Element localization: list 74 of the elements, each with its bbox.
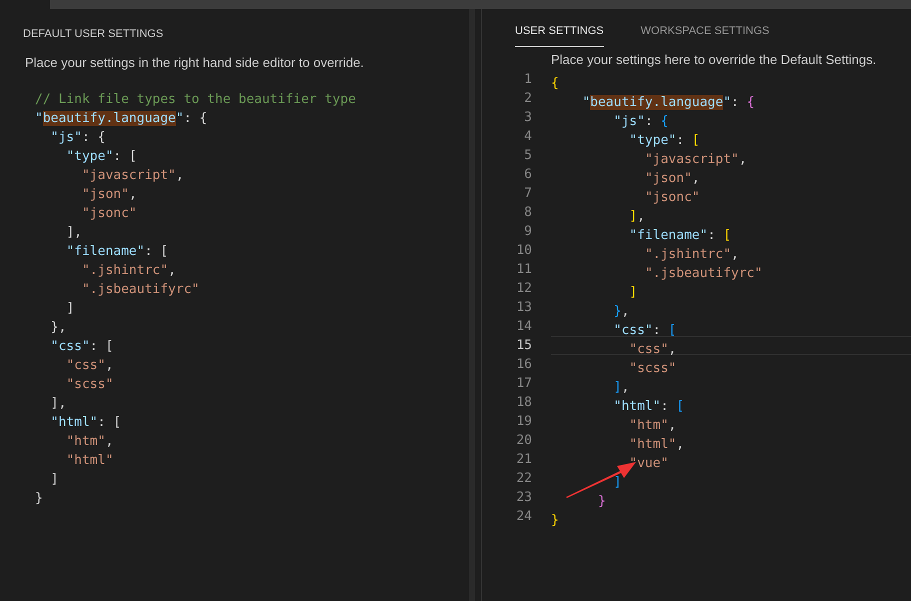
code-line: ".jsbeautifyrc" — [80, 281, 200, 299]
line-number: 11 — [515, 261, 532, 279]
line-number: 7 — [523, 185, 532, 203]
code-line: }, — [50, 319, 66, 337]
code-line: "scss" — [628, 360, 676, 377]
code-line: "filename": [ — [628, 227, 732, 244]
line-number: 17 — [515, 375, 532, 393]
code-line: } — [35, 490, 43, 508]
code-line: "jsonc" — [644, 189, 700, 206]
code-line: "html" — [65, 452, 114, 470]
line-number: 12 — [515, 280, 532, 298]
code-line: "css", — [65, 357, 114, 375]
code-line: }, — [612, 303, 630, 320]
line-number: 2 — [523, 90, 532, 108]
code-line: "json", — [80, 186, 137, 204]
code-line: "css": [ — [612, 322, 676, 339]
line-number: 20 — [515, 432, 532, 450]
code-line: "htm", — [65, 433, 114, 451]
code-line: ] — [612, 474, 622, 491]
code-line: "html": [ — [50, 414, 122, 432]
line-number: 1 — [523, 71, 532, 89]
code-line: { — [551, 75, 559, 92]
line-number: 14 — [515, 318, 532, 336]
code-line: "css": [ — [50, 338, 114, 356]
code-line: "javascript", — [644, 151, 747, 168]
code-line: "json", — [644, 170, 700, 187]
panel-description: Place your settings in the right hand side editor to override. — [25, 54, 364, 72]
code-line: ], — [50, 395, 66, 413]
line-number: 24 — [515, 508, 532, 526]
code-line: ".jshintrc", — [644, 246, 739, 263]
settings-tab[interactable]: WORKSPACE SETTINGS — [640, 14, 770, 46]
code-line: ] — [65, 300, 74, 318]
line-number: 22 — [515, 470, 532, 488]
line-number: 6 — [523, 166, 532, 184]
line-number: 21 — [515, 451, 532, 469]
code-line: "html": [ — [612, 398, 684, 415]
line-number: 19 — [515, 413, 532, 431]
code-line: "html", — [628, 436, 684, 453]
code-line: "filename": [ — [65, 243, 168, 261]
code-line: "js": { — [612, 113, 668, 130]
code-line: "css", — [628, 341, 676, 358]
code-line: ] — [628, 284, 638, 301]
panel-title: DEFAULT USER SETTINGS — [23, 27, 164, 42]
code-line: ".jshintrc", — [80, 262, 176, 280]
panel-description: Place your settings here to override the Default Settings. — [551, 50, 876, 69]
code-line: // Link file types to the beautifier type — [35, 91, 356, 109]
code-line: "beautify.language": { — [35, 110, 208, 128]
code-line: "javascript", — [80, 167, 184, 185]
code-line: ], — [628, 208, 645, 225]
code-line: ".jsbeautifyrc" — [644, 265, 762, 282]
code-line: "jsonc" — [80, 205, 137, 223]
line-number: 13 — [515, 299, 532, 317]
code-line: "vue" — [628, 455, 668, 472]
code-line: "js": { — [50, 129, 106, 147]
line-number: 23 — [515, 489, 532, 507]
code-line: ], — [612, 379, 630, 396]
code-line: "scss" — [65, 376, 114, 394]
code-line: ], — [65, 224, 82, 242]
line-number: 10 — [515, 242, 532, 260]
line-number: 18 — [515, 394, 532, 412]
code-line: "type": [ — [628, 132, 700, 149]
code-line: "htm", — [628, 417, 676, 434]
line-number: 8 — [523, 204, 532, 222]
line-number: 15 — [515, 337, 532, 355]
line-number: 3 — [523, 109, 532, 127]
code-line: } — [551, 512, 559, 529]
line-number: 5 — [523, 147, 532, 165]
line-number: 4 — [523, 128, 532, 146]
settings-tab[interactable]: USER SETTINGS — [515, 14, 604, 46]
code-line: } — [596, 493, 606, 510]
line-number: 9 — [523, 223, 532, 241]
line-number: 16 — [515, 356, 532, 374]
code-line: ] — [50, 471, 58, 489]
code-line: "type": [ — [65, 148, 137, 166]
